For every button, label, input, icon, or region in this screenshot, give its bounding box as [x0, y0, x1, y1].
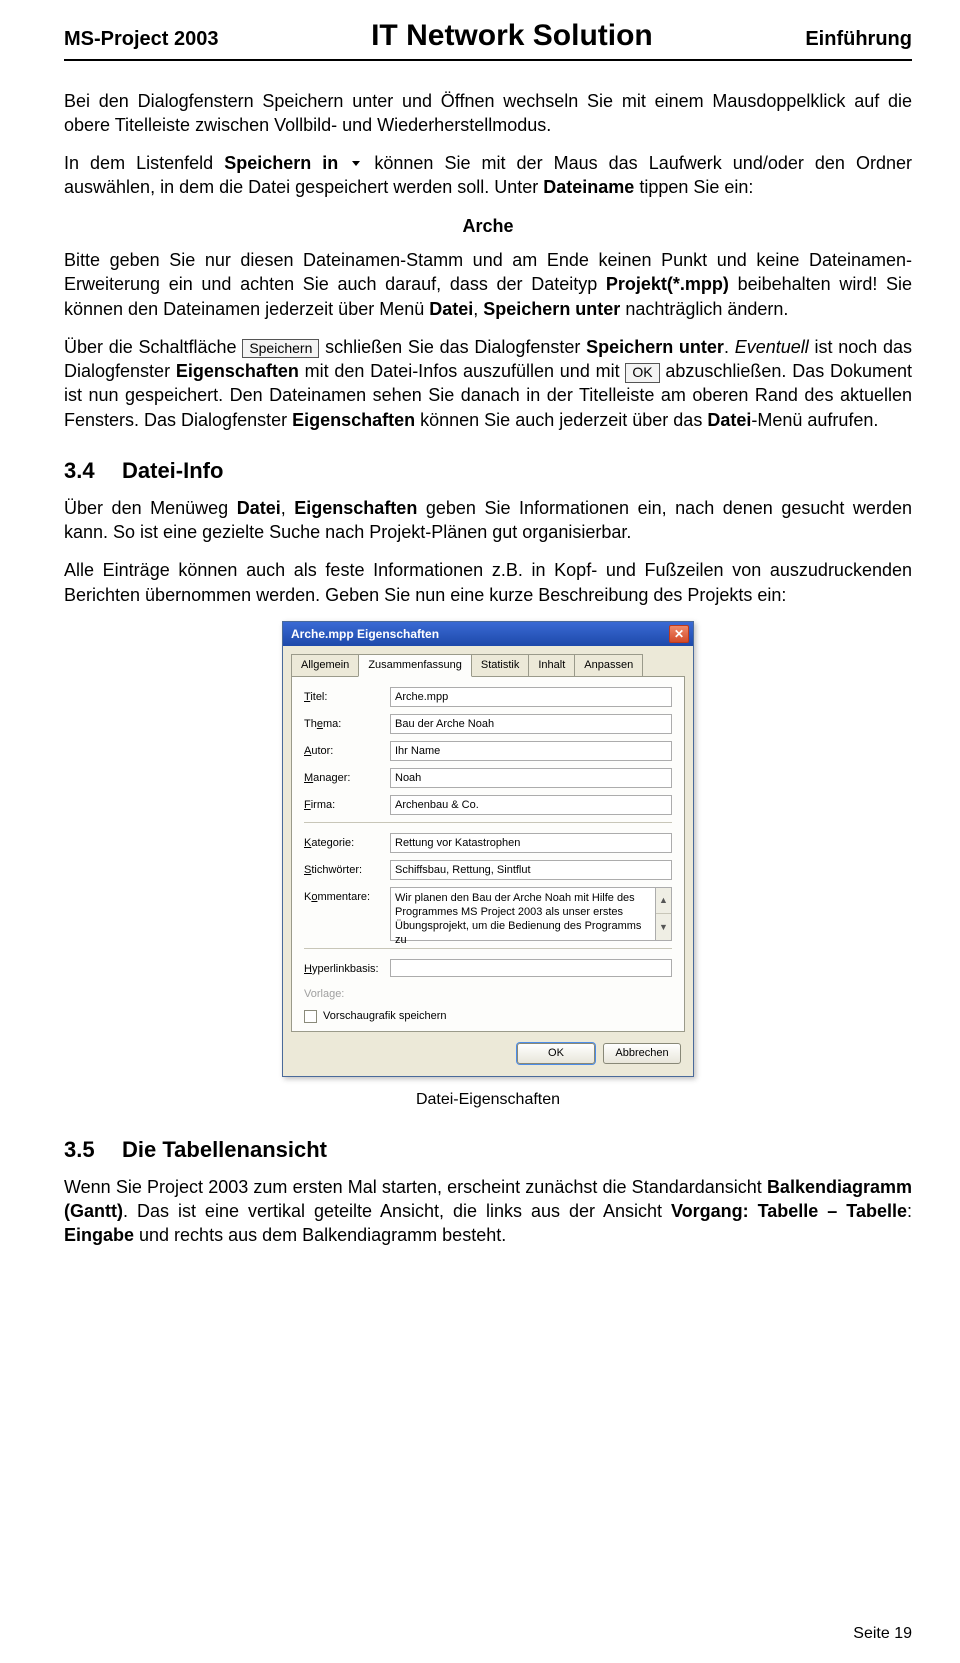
label-manager: Manager: — [304, 768, 390, 786]
close-icon[interactable]: ✕ — [669, 625, 689, 643]
label-thema: Thema: — [304, 714, 390, 732]
dropdown-icon — [349, 156, 363, 170]
section-heading-3-4: 3.4Datei-Info — [64, 456, 912, 486]
checkbox-preview[interactable] — [304, 1010, 317, 1023]
header-right: Einführung — [805, 26, 912, 53]
cancel-button[interactable]: Abbrechen — [603, 1043, 681, 1064]
input-hyperlink[interactable] — [390, 959, 672, 977]
properties-dialog: Arche.mpp Eigenschaften ✕ Allgemein Zusa… — [282, 621, 694, 1077]
input-firma[interactable]: Archenbau & Co. — [390, 795, 672, 815]
input-thema[interactable]: Bau der Arche Noah — [390, 714, 672, 734]
dialog-tabs: Allgemein Zusammenfassung Statistik Inha… — [283, 646, 693, 677]
paragraph: Über die Schaltfläche Speichern schließe… — [64, 335, 912, 432]
section-heading-3-5: 3.5Die Tabellenansicht — [64, 1135, 912, 1165]
centered-filename: Arche — [64, 214, 912, 238]
header-left: MS-Project 2003 — [64, 26, 219, 53]
input-manager[interactable]: Noah — [390, 768, 672, 788]
tab-statistik[interactable]: Statistik — [471, 654, 530, 677]
tab-allgemein[interactable]: Allgemein — [291, 654, 359, 677]
paragraph: Alle Einträge können auch als feste Info… — [64, 558, 912, 607]
paragraph: Bei den Dialogfenstern Speichern unter u… — [64, 89, 912, 138]
input-autor[interactable]: Ihr Name — [390, 741, 672, 761]
label-hyperlink: Hyperlink­basis: — [304, 959, 390, 977]
ok-button-inline: OK — [625, 363, 659, 383]
tab-inhalt[interactable]: Inhalt — [528, 654, 575, 677]
tab-zusammenfassung[interactable]: Zusammenfassung — [358, 654, 472, 677]
paragraph: In dem Listenfeld Speichern in können Si… — [64, 151, 912, 200]
label-autor: Autor: — [304, 741, 390, 759]
dialog-titlebar[interactable]: Arche.mpp Eigenschaften ✕ — [283, 622, 693, 646]
label-titel: Titel: — [304, 687, 390, 705]
label-vorlage: Vorlage: — [304, 984, 390, 1002]
input-stichwoerter[interactable]: Schiffsbau, Rettung, Sintflut — [390, 860, 672, 880]
figure-caption: Datei-Eigenschaften — [64, 1089, 912, 1111]
label-kommentare: Kommentare: — [304, 887, 390, 905]
checkbox-label: Vorschaugrafik speichern — [323, 1009, 447, 1024]
label-firma: Firma: — [304, 795, 390, 813]
input-kategorie[interactable]: Rettung vor Katastrophen — [390, 833, 672, 853]
label-stichwoerter: Stichwörter: — [304, 860, 390, 878]
dialog-title: Arche.mpp Eigenschaften — [291, 626, 439, 642]
textarea-kommentare[interactable]: Wir planen den Bau der Arche Noah mit Hi… — [390, 887, 672, 941]
page-number: Seite 19 — [853, 1623, 912, 1645]
tab-anpassen[interactable]: Anpassen — [574, 654, 643, 677]
label-kategorie: Kategorie: — [304, 833, 390, 851]
page-header: MS-Project 2003 IT Network Solution Einf… — [64, 16, 912, 61]
scrollbar-icon[interactable]: ▲▼ — [655, 887, 672, 941]
paragraph: Bitte geben Sie nur diesen Dateinamen-St… — [64, 248, 912, 321]
paragraph: Über den Menüweg Datei, Eigenschaften ge… — [64, 496, 912, 545]
paragraph: Wenn Sie Project 2003 zum ersten Mal sta… — [64, 1175, 912, 1248]
ok-button[interactable]: OK — [517, 1043, 595, 1064]
header-center: IT Network Solution — [371, 16, 653, 57]
input-titel[interactable]: Arche.mpp — [390, 687, 672, 707]
speichern-button-inline: Speichern — [242, 339, 319, 359]
